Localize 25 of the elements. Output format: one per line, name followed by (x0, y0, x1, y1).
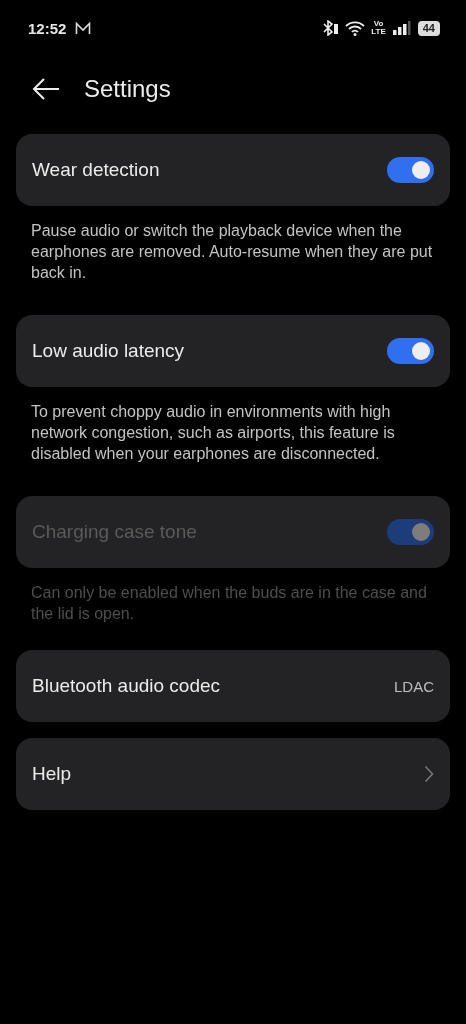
chevron-right-icon (424, 765, 434, 783)
setting-label: Bluetooth audio codec (32, 675, 221, 697)
setting-row[interactable]: Wear detection (16, 134, 450, 206)
setting-description: To prevent choppy audio in environments with high network congestion, such as airports, this feature is disabled when your earphones are disconnected. (31, 402, 396, 464)
setting-label: Wear detection (32, 159, 160, 181)
page-title: Settings (84, 75, 171, 103)
setting-description: Pause audio or switch the playback device when the earphones are removed. Auto-resume when they are put back in. (31, 221, 434, 283)
clock-time: 12:52 (28, 19, 67, 37)
signal-icon (391, 20, 412, 36)
setting-value: LDAC (394, 677, 434, 695)
setting-row[interactable]: Low audio latency (16, 315, 450, 387)
setting-row[interactable]: Help (16, 738, 450, 810)
setting-description: Can only be enabled when the buds are in the case and the lid is open. (31, 583, 428, 624)
setting-label: Help (32, 763, 72, 785)
back-button[interactable] (32, 77, 60, 101)
back-arrow-icon (32, 77, 60, 101)
setting-row[interactable]: Bluetooth audio codec LDAC (16, 650, 450, 722)
mail-icon (75, 21, 92, 35)
battery-level: 44 (417, 20, 440, 36)
network-label: Vo LTE (371, 20, 386, 36)
toggle-switch[interactable] (387, 338, 434, 364)
toggle-switch[interactable] (387, 157, 434, 183)
wifi-icon (345, 20, 366, 36)
bluetooth-icon (322, 20, 340, 36)
setting-label: Low audio latency (32, 340, 185, 362)
